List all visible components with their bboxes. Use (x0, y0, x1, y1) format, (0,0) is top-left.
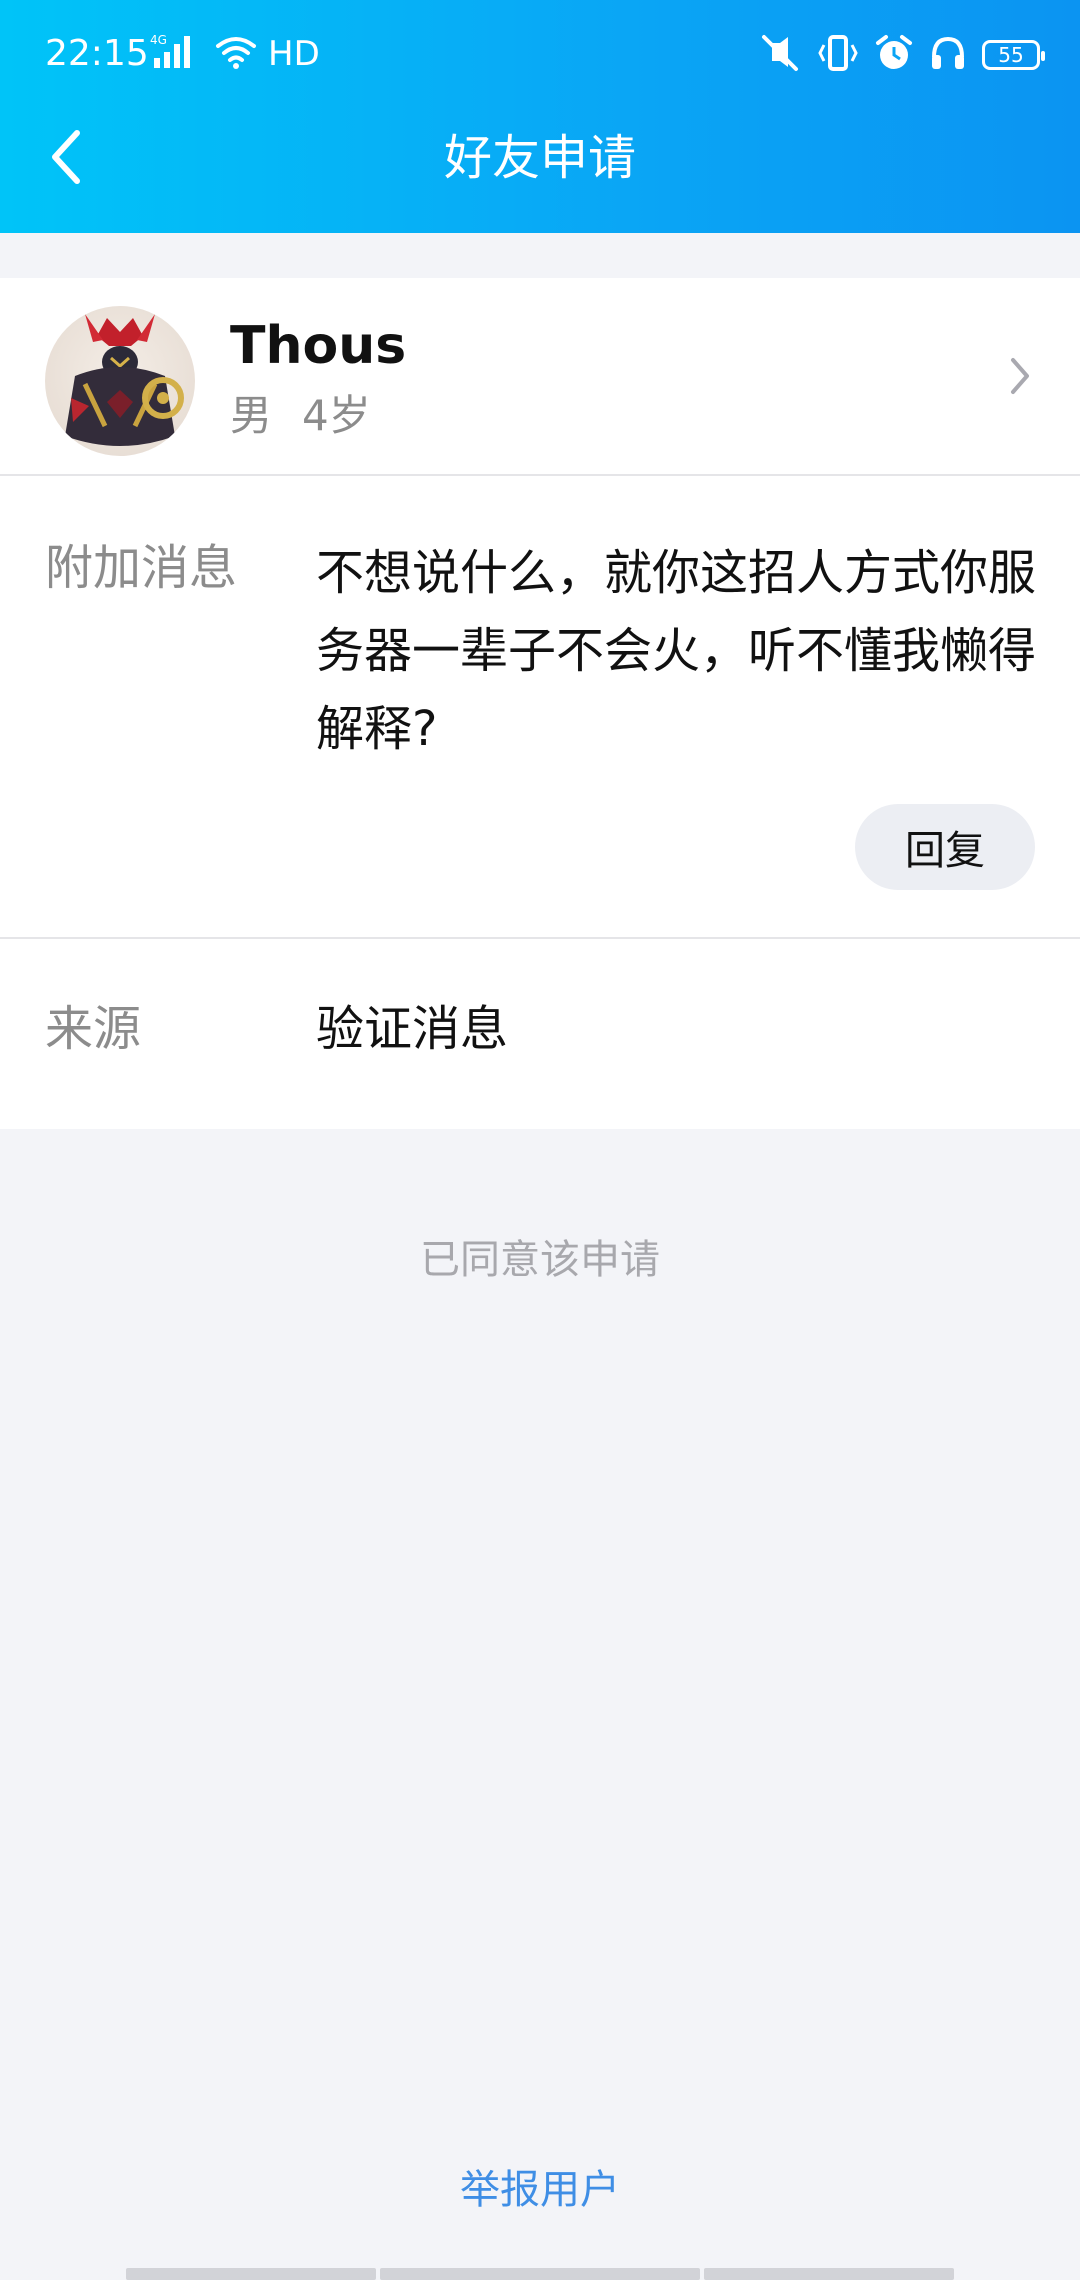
status-left-icons: 4G HD (148, 32, 320, 76)
bottom-nav-hint (0, 2268, 1080, 2280)
wifi-icon (214, 34, 258, 74)
report-user-link[interactable]: 举报用户 (0, 2162, 1080, 2218)
chevron-right-icon (1011, 358, 1029, 394)
battery-level: 55 (998, 43, 1024, 67)
battery-icon: 55 (982, 40, 1045, 70)
user-meta: 男 4岁 (230, 388, 371, 444)
user-age: 4岁 (302, 391, 371, 440)
mute-icon (758, 33, 802, 77)
reply-button[interactable]: 回复 (855, 804, 1035, 890)
signal-icon: 4G (148, 32, 204, 76)
status-right-icons: 55 (758, 30, 1045, 80)
avatar[interactable] (45, 306, 195, 456)
status-time: 22:15 (45, 33, 149, 74)
page-title: 好友申请 (443, 130, 636, 186)
bottom-nav-segment (380, 2268, 700, 2280)
profile-card[interactable]: Thous 男 4岁 (0, 278, 1080, 474)
source-row: 来源 验证消息 (0, 939, 1080, 1129)
extra-message-section: 附加消息 不想说什么，就你这招人方式你服务器一辈子不会火，听不懂我懒得解释? 回… (0, 476, 1080, 937)
extra-message-text: 不想说什么，就你这招人方式你服务器一辈子不会火，听不懂我懒得解释? (316, 545, 1037, 757)
source-label: 来源 (45, 1001, 142, 1057)
status-bar: 22:15 4G HD 55 (0, 0, 1080, 110)
alarm-icon (874, 33, 914, 77)
extra-message-label: 附加消息 (45, 540, 238, 596)
user-name: Thous (230, 316, 407, 376)
source-value: 验证消息 (316, 1001, 509, 1057)
user-gender: 男 (230, 391, 273, 440)
bottom-nav-segment (704, 2268, 954, 2280)
vibrate-icon (816, 33, 860, 77)
request-status-text: 已同意该申请 (420, 1237, 660, 1283)
network-label: 4G (150, 33, 167, 47)
header-bar: 22:15 4G HD 55 好友申请 (0, 0, 1080, 233)
headset-icon (928, 33, 968, 77)
hd-label: HD (268, 34, 320, 74)
bottom-nav-segment (126, 2268, 376, 2280)
